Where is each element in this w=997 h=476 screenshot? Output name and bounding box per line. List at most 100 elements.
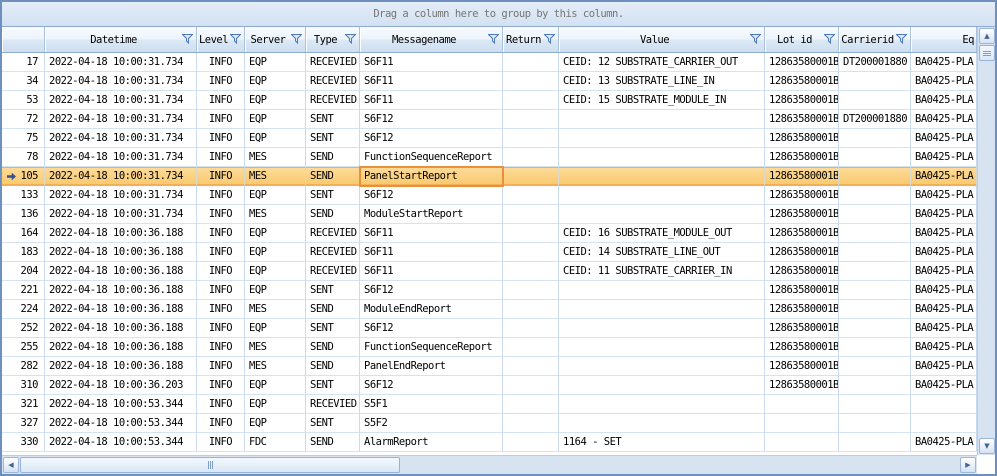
- cell-return[interactable]: [503, 376, 559, 395]
- cell-level[interactable]: INFO: [197, 414, 245, 433]
- cell-value[interactable]: CEID: 11 SUBSTRATE_CARRIER_IN: [559, 262, 765, 281]
- horizontal-scrollbar[interactable]: ◀ ▶: [2, 455, 977, 474]
- cell-return[interactable]: [503, 110, 559, 129]
- cell-datetime[interactable]: 2022-04-18 10:00:31.734: [45, 186, 197, 205]
- row-number-cell[interactable]: 224: [2, 300, 45, 319]
- focused-cell[interactable]: PanelStartReport: [360, 167, 503, 186]
- row-number-cell[interactable]: 78: [2, 148, 45, 167]
- row-number-cell[interactable]: 183: [2, 243, 45, 262]
- cell-server[interactable]: EQP: [245, 376, 306, 395]
- cell-carrier_id[interactable]: DT200001880: [839, 110, 911, 129]
- table-row[interactable]: 1362022-04-18 10:00:31.734INFOMESSENDMod…: [2, 205, 977, 224]
- table-row[interactable]: 722022-04-18 10:00:31.734INFOEQPSENTS6F1…: [2, 110, 977, 129]
- cell-messagename[interactable]: S6F11: [360, 224, 503, 243]
- cell-server[interactable]: EQP: [245, 262, 306, 281]
- cell-datetime[interactable]: 2022-04-18 10:00:31.734: [45, 148, 197, 167]
- column-header-type[interactable]: Type: [306, 27, 360, 52]
- row-number-cell[interactable]: 310: [2, 376, 45, 395]
- cell-carrier_id[interactable]: [839, 281, 911, 300]
- cell-eq[interactable]: BA0425-PLA: [911, 148, 977, 167]
- row-number-cell[interactable]: 53: [2, 91, 45, 110]
- cell-type[interactable]: SEND: [306, 300, 360, 319]
- row-number-cell[interactable]: 204: [2, 262, 45, 281]
- scroll-right-button[interactable]: ▶: [960, 457, 976, 473]
- cell-return[interactable]: [503, 395, 559, 414]
- cell-carrier_id[interactable]: [839, 72, 911, 91]
- cell-level[interactable]: INFO: [197, 129, 245, 148]
- horizontal-scrollbar-thumb[interactable]: [20, 457, 400, 473]
- cell-level[interactable]: INFO: [197, 148, 245, 167]
- cell-lot_id[interactable]: 12863580001B: [765, 53, 839, 72]
- table-row[interactable]: 2552022-04-18 10:00:36.188INFOMESSENDFun…: [2, 338, 977, 357]
- cell-type[interactable]: RECEVIED: [306, 224, 360, 243]
- cell-datetime[interactable]: 2022-04-18 10:00:31.734: [45, 91, 197, 110]
- column-header-eq[interactable]: Eq: [911, 27, 977, 52]
- cell-eq[interactable]: BA0425-PLA: [911, 224, 977, 243]
- filter-icon-carrier_id[interactable]: [896, 34, 907, 44]
- cell-value[interactable]: [559, 167, 765, 186]
- cell-server[interactable]: EQP: [245, 224, 306, 243]
- filter-icon-type[interactable]: [345, 34, 356, 44]
- cell-return[interactable]: [503, 357, 559, 376]
- cell-value[interactable]: CEID: 16 SUBSTRATE_MODULE_OUT: [559, 224, 765, 243]
- row-number-cell[interactable]: 133: [2, 186, 45, 205]
- cell-messagename[interactable]: S6F11: [360, 262, 503, 281]
- cell-type[interactable]: RECEVIED: [306, 243, 360, 262]
- cell-lot_id[interactable]: 12863580001B: [765, 319, 839, 338]
- cell-level[interactable]: INFO: [197, 167, 245, 186]
- cell-level[interactable]: INFO: [197, 186, 245, 205]
- cell-type[interactable]: RECEVIED: [306, 262, 360, 281]
- cell-type[interactable]: SENT: [306, 414, 360, 433]
- cell-datetime[interactable]: 2022-04-18 10:00:36.188: [45, 338, 197, 357]
- cell-lot_id[interactable]: 12863580001B: [765, 91, 839, 110]
- column-header-value[interactable]: Value: [559, 27, 765, 52]
- cell-eq[interactable]: BA0425-PLA: [911, 319, 977, 338]
- cell-level[interactable]: INFO: [197, 300, 245, 319]
- cell-lot_id[interactable]: 12863580001B: [765, 243, 839, 262]
- cell-messagename[interactable]: ModuleStartReport: [360, 205, 503, 224]
- cell-datetime[interactable]: 2022-04-18 10:00:31.734: [45, 205, 197, 224]
- row-number-cell[interactable]: 34: [2, 72, 45, 91]
- filter-icon-messagename[interactable]: [488, 34, 499, 44]
- cell-messagename[interactable]: S6F12: [360, 281, 503, 300]
- cell-value[interactable]: [559, 300, 765, 319]
- cell-eq[interactable]: BA0425-PLA: [911, 129, 977, 148]
- cell-eq[interactable]: [911, 414, 977, 433]
- cell-datetime[interactable]: 2022-04-18 10:00:36.188: [45, 357, 197, 376]
- cell-server[interactable]: MES: [245, 148, 306, 167]
- cell-eq[interactable]: BA0425-PLA: [911, 205, 977, 224]
- cell-messagename[interactable]: S5F2: [360, 414, 503, 433]
- cell-value[interactable]: [559, 281, 765, 300]
- cell-eq[interactable]: BA0425-PLA: [911, 167, 977, 186]
- cell-lot_id[interactable]: 12863580001B: [765, 148, 839, 167]
- cell-type[interactable]: SENT: [306, 281, 360, 300]
- cell-value[interactable]: [559, 395, 765, 414]
- cell-return[interactable]: [503, 243, 559, 262]
- cell-server[interactable]: EQP: [245, 281, 306, 300]
- cell-messagename[interactable]: S6F12: [360, 129, 503, 148]
- cell-datetime[interactable]: 2022-04-18 10:00:31.734: [45, 53, 197, 72]
- table-row[interactable]: 3212022-04-18 10:00:53.344INFOEQPRECEVIE…: [2, 395, 977, 414]
- cell-datetime[interactable]: 2022-04-18 10:00:36.188: [45, 243, 197, 262]
- cell-type[interactable]: SENT: [306, 186, 360, 205]
- cell-level[interactable]: INFO: [197, 319, 245, 338]
- cell-lot_id[interactable]: 12863580001B: [765, 338, 839, 357]
- scroll-left-button[interactable]: ◀: [3, 457, 19, 473]
- table-row[interactable]: 342022-04-18 10:00:31.734INFOEQPRECEVIED…: [2, 72, 977, 91]
- cell-lot_id[interactable]: [765, 433, 839, 452]
- cell-eq[interactable]: BA0425-PLA: [911, 357, 977, 376]
- cell-datetime[interactable]: 2022-04-18 10:00:36.188: [45, 300, 197, 319]
- cell-lot_id[interactable]: 12863580001B: [765, 167, 839, 186]
- cell-datetime[interactable]: 2022-04-18 10:00:36.188: [45, 319, 197, 338]
- cell-value[interactable]: 1164 - SET: [559, 433, 765, 452]
- row-number-cell[interactable]: 164: [2, 224, 45, 243]
- cell-level[interactable]: INFO: [197, 224, 245, 243]
- cell-value[interactable]: CEID: 14 SUBSTRATE_LINE_OUT: [559, 243, 765, 262]
- cell-carrier_id[interactable]: [839, 243, 911, 262]
- cell-lot_id[interactable]: [765, 395, 839, 414]
- cell-eq[interactable]: BA0425-PLA: [911, 338, 977, 357]
- filter-icon-server[interactable]: [291, 34, 302, 44]
- table-row[interactable]: 1332022-04-18 10:00:31.734INFOEQPSENTS6F…: [2, 186, 977, 205]
- filter-icon-value[interactable]: [750, 34, 761, 44]
- row-number-cell[interactable]: 282: [2, 357, 45, 376]
